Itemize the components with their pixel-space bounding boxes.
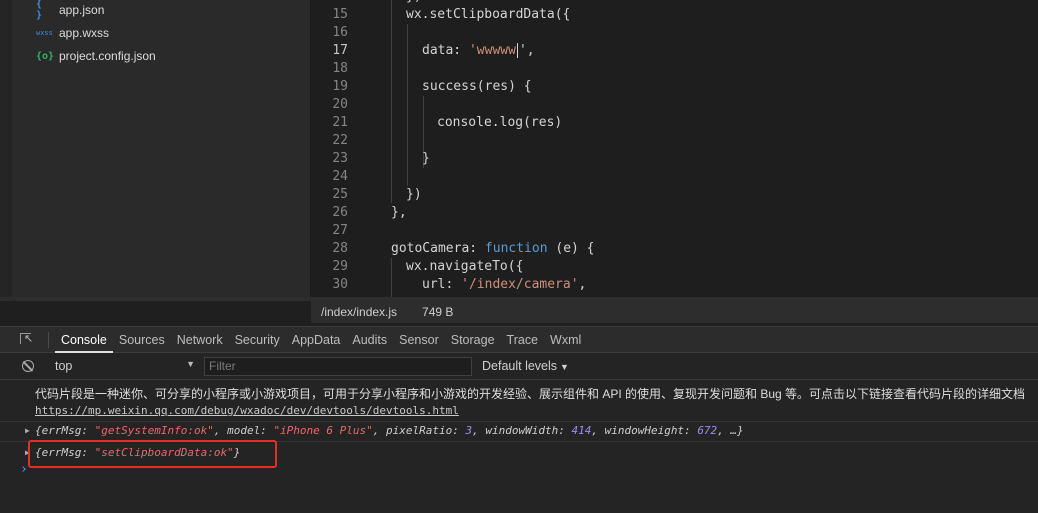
json-file-icon: { } bbox=[36, 0, 43, 21]
context-select[interactable]: top ▼ bbox=[48, 359, 200, 373]
file-path: /index/index.js bbox=[321, 305, 398, 319]
explorer-strip bbox=[0, 0, 12, 297]
file-explorer: { } app.json wxss app.wxss {o} project.c… bbox=[0, 0, 311, 297]
indent-guide bbox=[391, 0, 392, 203]
text-cursor bbox=[516, 43, 518, 58]
tab-network[interactable]: Network bbox=[171, 327, 229, 353]
file-name: app.json bbox=[59, 3, 105, 17]
file-name: app.wxss bbox=[59, 26, 110, 40]
wxss-file-icon: wxss bbox=[36, 29, 53, 37]
config-file-icon: {o} bbox=[36, 50, 55, 62]
tab-storage[interactable]: Storage bbox=[445, 327, 501, 353]
code-line-21: console.log(res) bbox=[437, 115, 563, 130]
file-name: project.config.json bbox=[59, 49, 156, 63]
file-item-app-wxss[interactable]: wxss app.wxss bbox=[36, 23, 109, 43]
dropdown-arrow-icon: ▼ bbox=[186, 359, 195, 369]
code-line-30: url: '/index/camera', bbox=[422, 277, 587, 292]
tab-trace[interactable]: Trace bbox=[501, 327, 545, 353]
code-line-28: gotoCamera: function (e) { bbox=[391, 241, 595, 256]
indent-guide bbox=[391, 258, 392, 297]
console-log-object[interactable]: ▶ {errMsg: "getSystemInfo:ok", model: "i… bbox=[25, 424, 744, 437]
code-line-19: success(res) { bbox=[422, 79, 532, 94]
tab-sources[interactable]: Sources bbox=[113, 327, 171, 353]
indent-guide bbox=[407, 24, 408, 186]
tab-security[interactable]: Security bbox=[229, 327, 286, 353]
devtools-tab-bar: Console Sources Network Security AppData… bbox=[0, 326, 1038, 353]
console-info-message: 代码片段是一种迷你、可分享的小程序或小游戏项目，可用于分享小程序和小游戏的开发经… bbox=[35, 387, 1026, 401]
editor-status-bar: /index/index.js 749 B bbox=[311, 301, 1038, 323]
dropdown-arrow-icon: ▼ bbox=[560, 362, 569, 372]
console-toolbar: top ▼ Default levels▼ bbox=[0, 353, 1038, 380]
tab-sensor[interactable]: Sensor bbox=[393, 327, 445, 353]
file-item-project-config[interactable]: {o} project.config.json bbox=[36, 46, 156, 66]
code-line-25: }) bbox=[406, 187, 422, 202]
file-size: 749 B bbox=[422, 305, 454, 319]
tab-console[interactable]: Console bbox=[55, 327, 113, 353]
inspect-element-icon[interactable] bbox=[20, 332, 34, 347]
levels-label: Default levels bbox=[482, 359, 558, 373]
tab-separator bbox=[48, 331, 49, 348]
clear-console-icon[interactable] bbox=[22, 360, 34, 372]
docs-link[interactable]: https://mp.weixin.qq.com/debug/wxadoc/de… bbox=[35, 404, 459, 417]
file-item-app-json[interactable]: { } app.json bbox=[36, 0, 105, 21]
code-area[interactable]: }) wx.setClipboardData({ data: 'wwwww', … bbox=[311, 0, 1038, 297]
code-line-15: wx.setClipboardData({ bbox=[406, 7, 571, 22]
highlight-annotation bbox=[28, 440, 277, 468]
context-value: top bbox=[55, 359, 73, 373]
code-line-23: } bbox=[422, 151, 430, 166]
expand-triangle-icon[interactable]: ▶ bbox=[25, 426, 30, 435]
tab-audits[interactable]: Audits bbox=[346, 327, 393, 353]
filter-input[interactable] bbox=[204, 356, 472, 376]
console-prompt-icon[interactable]: › bbox=[20, 462, 28, 477]
code-editor[interactable]: 15 16 17 18 19 20 21 22 23 24 25 26 27 2… bbox=[311, 0, 1038, 297]
code-line-26: }, bbox=[391, 205, 407, 220]
row-divider bbox=[0, 421, 1038, 422]
code-line-29: wx.navigateTo({ bbox=[406, 259, 524, 274]
log-levels-select[interactable]: Default levels ▼ bbox=[482, 359, 569, 373]
tab-wxml[interactable]: Wxml bbox=[544, 327, 587, 353]
code-line-17: data: 'wwwww ', bbox=[422, 43, 535, 58]
tab-appdata[interactable]: AppData bbox=[286, 327, 347, 353]
